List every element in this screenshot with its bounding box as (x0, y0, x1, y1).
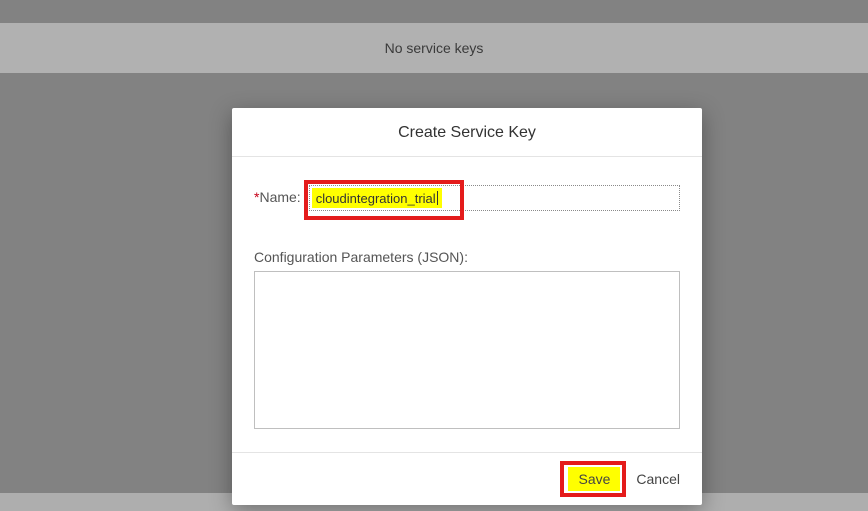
dialog-footer: Save Cancel (232, 452, 702, 505)
name-input-wrapper[interactable]: cloudintegration_trial (309, 185, 680, 211)
config-textarea[interactable] (254, 271, 680, 429)
dialog-title: Create Service Key (232, 108, 702, 157)
no-service-keys-text: No service keys (385, 40, 484, 56)
config-label: Configuration Parameters (JSON): (254, 249, 680, 265)
name-label-group: *Name: (254, 189, 301, 207)
name-label: Name: (259, 189, 300, 205)
create-service-key-dialog: Create Service Key *Name: cloudintegrati… (232, 108, 702, 505)
no-service-keys-banner: No service keys (0, 23, 868, 73)
dialog-body: *Name: cloudintegration_trial Configurat… (232, 157, 702, 452)
save-button[interactable]: Save (568, 467, 620, 491)
name-row: *Name: cloudintegration_trial (254, 185, 680, 211)
cancel-button[interactable]: Cancel (632, 467, 684, 491)
config-section: Configuration Parameters (JSON): (254, 249, 680, 434)
save-button-wrapper: Save (568, 467, 620, 491)
